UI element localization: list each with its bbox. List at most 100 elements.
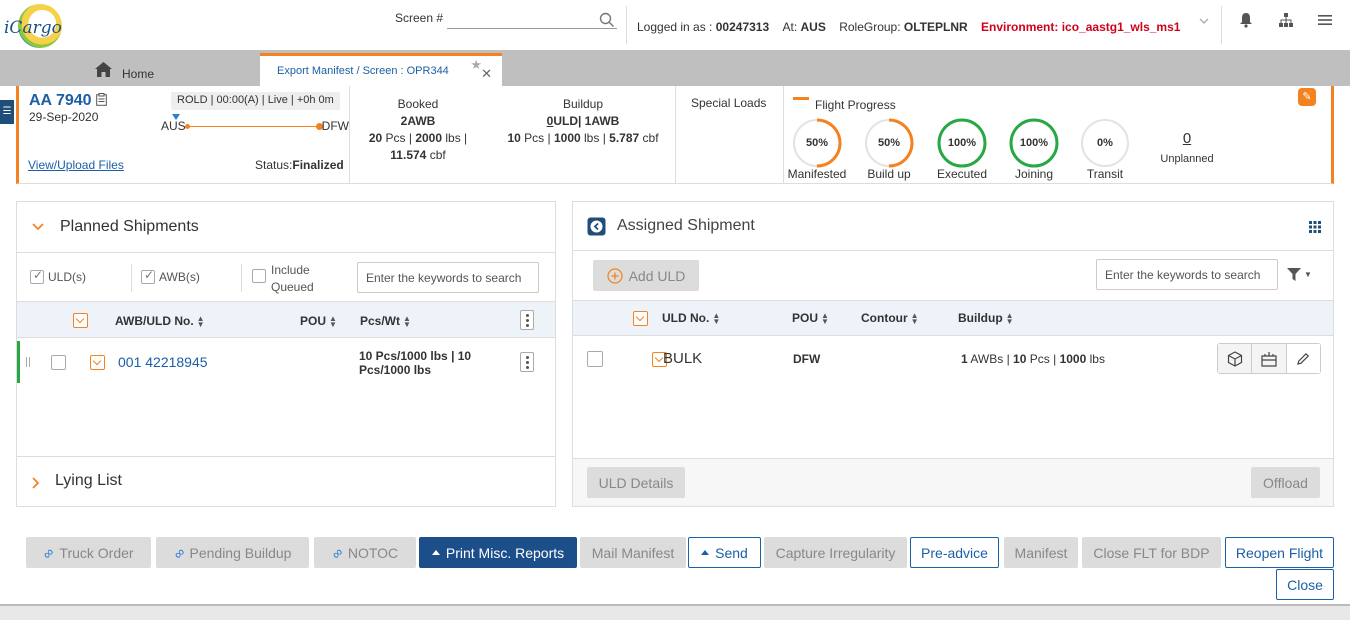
include-queued-checkbox[interactable] bbox=[252, 269, 266, 283]
hierarchy-icon[interactable] bbox=[1278, 12, 1294, 28]
booked-pcs: 20 bbox=[368, 131, 383, 145]
close-flt-bdp-button[interactable]: Close FLT for BDP bbox=[1082, 537, 1221, 568]
uld-build-button[interactable] bbox=[1252, 344, 1287, 373]
awb-checkbox[interactable] bbox=[141, 268, 155, 284]
bell-icon[interactable] bbox=[1239, 12, 1253, 28]
link-icon: ∞ bbox=[169, 543, 188, 562]
col-pcs-wt[interactable]: Pcs/Wt ▲ ▼ bbox=[360, 314, 411, 328]
lying-list-title[interactable]: Lying List bbox=[55, 472, 122, 490]
col-buildup[interactable]: Buildup ▲ ▼ bbox=[958, 311, 1014, 325]
pre-advice-button[interactable]: Pre-advice bbox=[910, 537, 999, 568]
col-pou-label: POU bbox=[300, 314, 327, 328]
pencil-icon bbox=[1297, 352, 1310, 365]
logged-in-label: Logged in as : bbox=[637, 20, 713, 34]
chevron-down-icon[interactable] bbox=[32, 223, 44, 231]
sort-icon[interactable]: ▲ ▼ bbox=[712, 311, 720, 325]
booked-summary: Booked 2AWB 20 Pcs | 2000 lbs | 11.574 c… bbox=[353, 96, 483, 164]
clipboard-icon[interactable] bbox=[96, 93, 107, 106]
view-upload-files-link[interactable]: View/Upload Files bbox=[28, 158, 124, 172]
row-options-icon[interactable] bbox=[520, 352, 534, 372]
flight-route: AUS DFW bbox=[161, 114, 349, 135]
status-bar bbox=[0, 604, 1350, 620]
drag-handle-icon[interactable] bbox=[26, 357, 30, 367]
row-checkbox[interactable] bbox=[587, 351, 603, 367]
filter-icon[interactable]: ▼ bbox=[1287, 268, 1312, 281]
screen-input[interactable] bbox=[447, 9, 617, 29]
row-checkbox[interactable] bbox=[51, 355, 66, 371]
uld-number[interactable]: BULK bbox=[663, 350, 702, 367]
pending-buildup-button[interactable]: ∞ Pending Buildup bbox=[156, 537, 309, 568]
col-pou[interactable]: POU ▲ ▼ bbox=[792, 311, 829, 325]
chevron-right-icon[interactable] bbox=[32, 477, 40, 489]
notoc-button[interactable]: ∞ NOTOC bbox=[314, 537, 416, 568]
column-options-icon[interactable] bbox=[520, 310, 534, 330]
truck-order-button[interactable]: ∞ Truck Order bbox=[26, 537, 151, 568]
capture-irregularity-button[interactable]: Capture Irregularity bbox=[764, 537, 907, 568]
edit-icon[interactable]: ✎ bbox=[1298, 88, 1316, 106]
print-misc-label: Print Misc. Reports bbox=[445, 544, 565, 561]
table-row[interactable]: 001 42218945 10 Pcs/1000 lbs | 10 Pcs/10… bbox=[17, 339, 555, 383]
status-value: Finalized bbox=[292, 158, 344, 172]
close-icon[interactable]: ✕ bbox=[481, 66, 492, 82]
reopen-flight-button[interactable]: Reopen Flight bbox=[1225, 537, 1334, 568]
assigned-search-input[interactable]: Enter the keywords to search bbox=[1096, 259, 1278, 290]
divider bbox=[573, 250, 1333, 251]
progress-circle-executed: 100% bbox=[937, 118, 987, 168]
row-expand-dropdown[interactable] bbox=[90, 355, 106, 371]
planned-search-input[interactable]: Enter the keywords to search bbox=[357, 262, 539, 293]
offload-button[interactable]: Offload bbox=[1251, 467, 1320, 498]
package-button[interactable] bbox=[1218, 344, 1253, 373]
buildup-vol-unit: cbf bbox=[642, 131, 659, 145]
mail-manifest-button[interactable]: Mail Manifest bbox=[580, 537, 686, 568]
edit-button[interactable] bbox=[1286, 344, 1320, 373]
col-uld-no[interactable]: ULD No. ▲ ▼ bbox=[662, 311, 720, 325]
filter-uld[interactable]: ULD(s) bbox=[30, 268, 86, 284]
sort-icon[interactable]: ▲ ▼ bbox=[1006, 311, 1014, 325]
app-logo[interactable]: iCargo bbox=[4, 4, 64, 48]
flight-date: 29-Sep-2020 bbox=[29, 110, 99, 124]
booked-pcs-unit: Pcs bbox=[385, 131, 406, 145]
collapse-left-icon[interactable] bbox=[587, 217, 606, 236]
progress-label: Transit bbox=[1086, 167, 1124, 181]
menu-icon[interactable] bbox=[1318, 14, 1332, 26]
filter-awb[interactable]: AWB(s) bbox=[141, 268, 200, 284]
flight-number[interactable]: AA 7940 bbox=[29, 92, 107, 110]
row-pcs: 10 bbox=[1013, 352, 1027, 366]
select-all-dropdown[interactable] bbox=[73, 313, 88, 329]
col-awb-uld[interactable]: AWB/ULD No. ▲ ▼ bbox=[115, 314, 205, 328]
sort-icon[interactable]: ▲ ▼ bbox=[329, 314, 337, 328]
add-uld-button[interactable]: Add ULD bbox=[593, 260, 699, 291]
col-pou[interactable]: POU ▲ ▼ bbox=[300, 314, 337, 328]
environment-label: Environment: ico_aastg1_wls_ms1 bbox=[981, 20, 1181, 34]
uld-checkbox[interactable] bbox=[30, 268, 44, 284]
rolegroup-value: OLTEPLNR bbox=[903, 20, 968, 34]
assigned-table-header: ULD No. ▲ ▼ POU ▲ ▼ Contour ▲ ▼ Buildup ▲ ▼ bbox=[573, 300, 1333, 336]
chevron-down-icon[interactable] bbox=[1198, 15, 1210, 27]
unplanned-count[interactable]: 0 bbox=[1177, 130, 1197, 147]
uld-details-button[interactable]: ULD Details bbox=[587, 467, 685, 498]
tab-export-manifest[interactable]: Export Manifest / Screen : OPR344 ★ ✕ bbox=[260, 53, 502, 86]
buildup-uld-awb: ULD| 1AWB bbox=[553, 114, 620, 128]
top-bar: iCargo Screen # Logged in as : 00247313 … bbox=[0, 0, 1350, 50]
search-icon[interactable] bbox=[599, 12, 615, 28]
flight-details: AA 7940 29-Sep-2020 ROLD | 00:00(A) | Li… bbox=[16, 86, 1334, 184]
filter-include-queued[interactable]: Include Queued bbox=[252, 262, 321, 296]
awb-number-link[interactable]: 001 42218945 bbox=[118, 354, 208, 370]
row-awbs-unit: AWBs | bbox=[970, 352, 1010, 366]
grid-icon[interactable] bbox=[1309, 221, 1321, 233]
sort-icon[interactable]: ▲ ▼ bbox=[821, 311, 829, 325]
sort-icon[interactable]: ▲ ▼ bbox=[911, 311, 919, 325]
tab-home[interactable]: Home bbox=[95, 57, 154, 81]
col-contour[interactable]: Contour ▲ ▼ bbox=[861, 311, 919, 325]
progress-circle-transit: 0% bbox=[1080, 118, 1130, 168]
sort-icon[interactable]: ▲ ▼ bbox=[403, 314, 411, 328]
sort-icon[interactable]: ▲ ▼ bbox=[197, 314, 205, 328]
divider bbox=[349, 86, 350, 183]
divider bbox=[131, 264, 132, 292]
close-button[interactable]: Close bbox=[1276, 569, 1334, 600]
print-misc-reports-button[interactable]: Print Misc. Reports bbox=[419, 537, 577, 568]
side-menu-toggle[interactable]: ☰ bbox=[0, 100, 14, 124]
select-all-dropdown[interactable] bbox=[633, 311, 648, 327]
manifest-button[interactable]: Manifest bbox=[1004, 537, 1078, 568]
send-button[interactable]: Send bbox=[688, 537, 761, 568]
